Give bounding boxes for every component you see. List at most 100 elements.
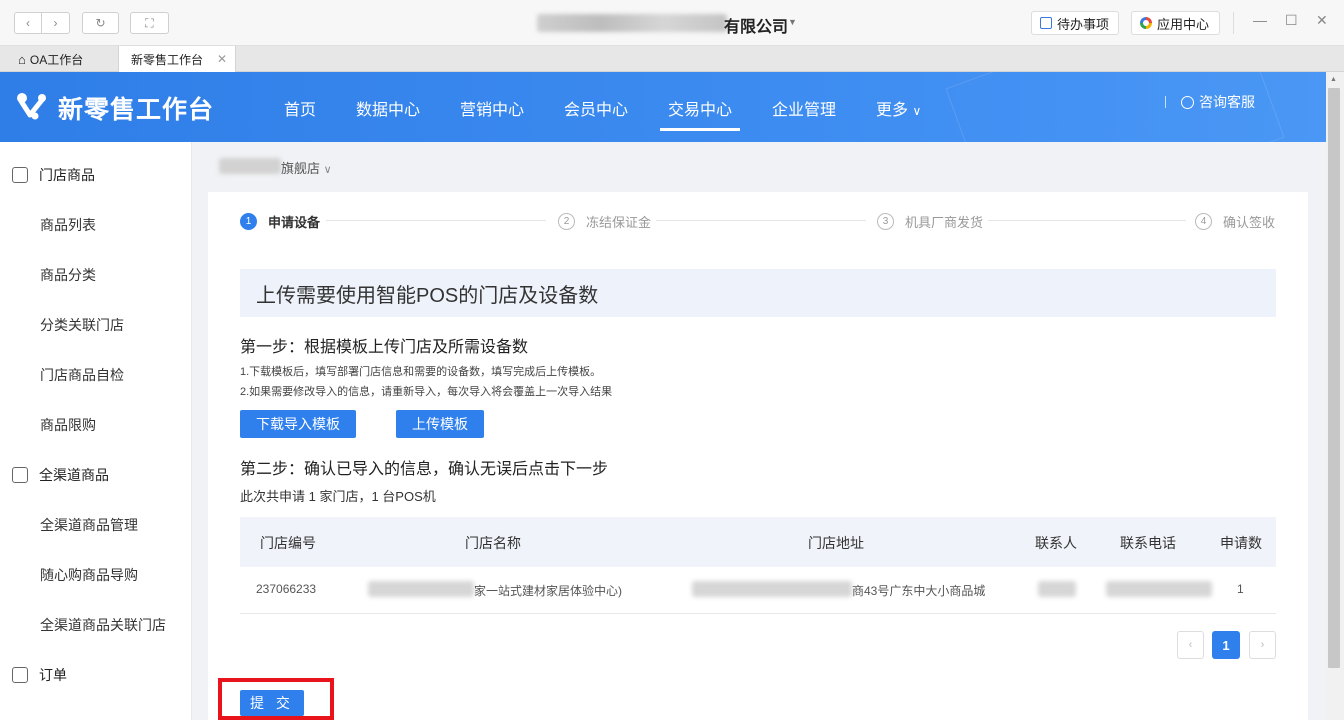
cell-apply-count: 1 [1237,582,1244,596]
sidebar-item-category-store-link[interactable]: 分类关联门店 [40,315,124,335]
maximize-button[interactable]: ☐ [1285,12,1298,29]
sidebar-item-product-list[interactable]: 商品列表 [40,215,96,235]
company-name-redacted [537,14,727,32]
step2-title: 第二步：确认已导入的信息，确认无误后点击下一步 [240,461,609,478]
tab-strip: ⌂ OA工作台 新零售工作台 ✕ [0,46,1344,72]
todo-label: 待办事项 [1057,16,1110,32]
chevron-right-icon: › [53,16,58,30]
sidebar-group-store-products[interactable]: 门店商品 [12,165,95,185]
consult-label: 咨询客服 [1199,94,1255,110]
close-window-button[interactable]: ✕ [1316,12,1328,29]
col-phone: 联系电话 [1120,535,1176,551]
fullscreen-icon: ⛶ [145,15,154,30]
app-header: 新零售工作台 首页 数据中心 营销中心 会员中心 交易中心 企业管理 更多 ∨ … [0,72,1326,142]
chevron-left-icon: ‹ [26,16,30,30]
sidebar-group-label: 全渠道商品 [39,467,109,483]
step-connector [988,220,1186,221]
redacted-name-prefix [368,581,474,597]
window-title[interactable]: 有限公司 [724,13,788,37]
submit-button[interactable]: 提 交 [240,690,304,716]
consult-service-link[interactable]: 咨询客服 [1181,92,1255,112]
step1-note-1: 1.下载模板后，填写部署门店信息和需要的设备数，填写完成后上传模板。 [240,366,602,378]
chevron-down-icon: ∨ [323,164,332,176]
step-freeze-deposit: 2 冻结保证金 [558,212,651,231]
reload-button[interactable]: ↻ [82,12,119,34]
nav-active-indicator [660,128,740,131]
nav-enterprise[interactable]: 企业管理 [772,96,836,120]
redacted-address-prefix [692,581,852,597]
store-icon [12,167,28,183]
step-vendor-shipping: 3 机具厂商发货 [877,212,983,231]
back-button[interactable]: ‹ [14,12,42,34]
cell-store-address: 商43号广东中大小商品城 [852,584,986,598]
sidebar-group-omnichannel[interactable]: 全渠道商品 [12,465,109,485]
home-icon: ⌂ [18,51,26,67]
omni-icon [12,467,28,483]
sidebar-item-product-category[interactable]: 商品分类 [40,265,96,285]
sidebar-item-purchase-limit[interactable]: 商品限购 [40,415,96,435]
step-number: 3 [877,213,894,230]
header-divider [1165,96,1166,108]
store-selector-label: 旗舰店 [281,161,321,176]
col-store-id: 门店编号 [260,535,316,551]
upload-template-button[interactable]: 上传模板 [396,410,484,438]
table-row: 237066233 家一站式建材家居体验中心) 商43号广东中大小商品城 1 [240,567,1276,614]
col-store-name: 门店名称 [465,535,521,551]
tab-oa[interactable]: ⌂ OA工作台 [10,46,118,72]
redacted-phone [1106,581,1212,597]
forward-button[interactable]: › [42,12,70,34]
nav-marketing-center[interactable]: 营销中心 [460,96,524,120]
nav-member-center[interactable]: 会员中心 [564,96,628,120]
order-icon [12,667,28,683]
store-name-redacted [219,158,281,174]
tab-new-retail[interactable]: 新零售工作台 ✕ [118,46,236,72]
nav-home[interactable]: 首页 [284,96,316,120]
step-number: 4 [1195,213,1212,230]
pager-next-button[interactable]: › [1249,631,1276,659]
cell-store-id: 237066233 [256,582,317,596]
brand-title: 新零售工作台 [58,96,215,124]
step1-title: 第一步：根据模板上传门店及所需设备数 [240,339,529,356]
sidebar-group-orders[interactable]: 订单 [12,665,67,685]
nav-data-center[interactable]: 数据中心 [356,96,420,120]
todo-button[interactable]: 待办事项 [1031,11,1119,35]
redacted-contact [1038,581,1076,597]
sidebar-item-omni-store-link[interactable]: 全渠道商品关联门店 [40,615,166,635]
tab-oa-label: OA工作台 [29,52,84,67]
apply-summary: 此次共申请 1 家门店，1 台POS机 [240,489,436,504]
app-center-label: 应用中心 [1157,16,1210,32]
scroll-up-icon[interactable]: ▲ [1330,76,1337,83]
step1-note-2: 2.如果需要修改导入的信息，请重新导入，每次导入将会覆盖上一次导入结果 [240,386,613,398]
section-banner: 上传需要使用智能POS的门店及设备数 [240,269,1276,317]
reload-icon: ↻ [95,16,106,30]
sidebar-group-label: 门店商品 [39,167,95,183]
titlebar-divider [1233,12,1234,34]
col-contact: 联系人 [1035,535,1077,551]
step-label: 机具厂商发货 [905,215,984,230]
fullscreen-button[interactable]: ⛶ [130,12,169,34]
scrollbar-thumb[interactable] [1328,88,1340,668]
vertical-scrollbar[interactable]: ▲ [1326,72,1344,720]
step-number: 1 [240,213,257,230]
caret-down-icon[interactable]: ▼ [788,17,797,27]
tab-close-icon[interactable]: ✕ [217,52,227,66]
download-template-button[interactable]: 下载导入模板 [240,410,356,438]
pager-current-page[interactable]: 1 [1212,631,1240,659]
nav-more-label: 更多 [876,102,909,119]
nav-more[interactable]: 更多 ∨ [876,96,921,120]
pager-prev-button[interactable]: ‹ [1177,631,1204,659]
step-connector [326,220,546,221]
sidebar-item-omni-management[interactable]: 全渠道商品管理 [40,515,138,535]
step-confirm-receipt: 4 确认签收 [1195,212,1275,231]
app-center-button[interactable]: 应用中心 [1131,11,1220,35]
sidebar-item-guided-shopping[interactable]: 随心购商品导购 [40,565,138,585]
headset-icon [1181,95,1194,109]
minimize-button[interactable]: — [1253,12,1267,28]
cell-store-name: 家一站式建材家居体验中心) [474,584,622,598]
sidebar-item-self-check[interactable]: 门店商品自检 [40,365,124,385]
store-selector[interactable]: 旗舰店 ∨ [281,158,332,177]
window-titlebar: ‹ › ↻ ⛶ 有限公司 ▼ 待办事项 应用中心 — ☐ ✕ [0,0,1344,46]
todo-icon [1040,17,1052,29]
tab-new-retail-label: 新零售工作台 [131,52,204,67]
nav-trade-center[interactable]: 交易中心 [668,96,732,120]
